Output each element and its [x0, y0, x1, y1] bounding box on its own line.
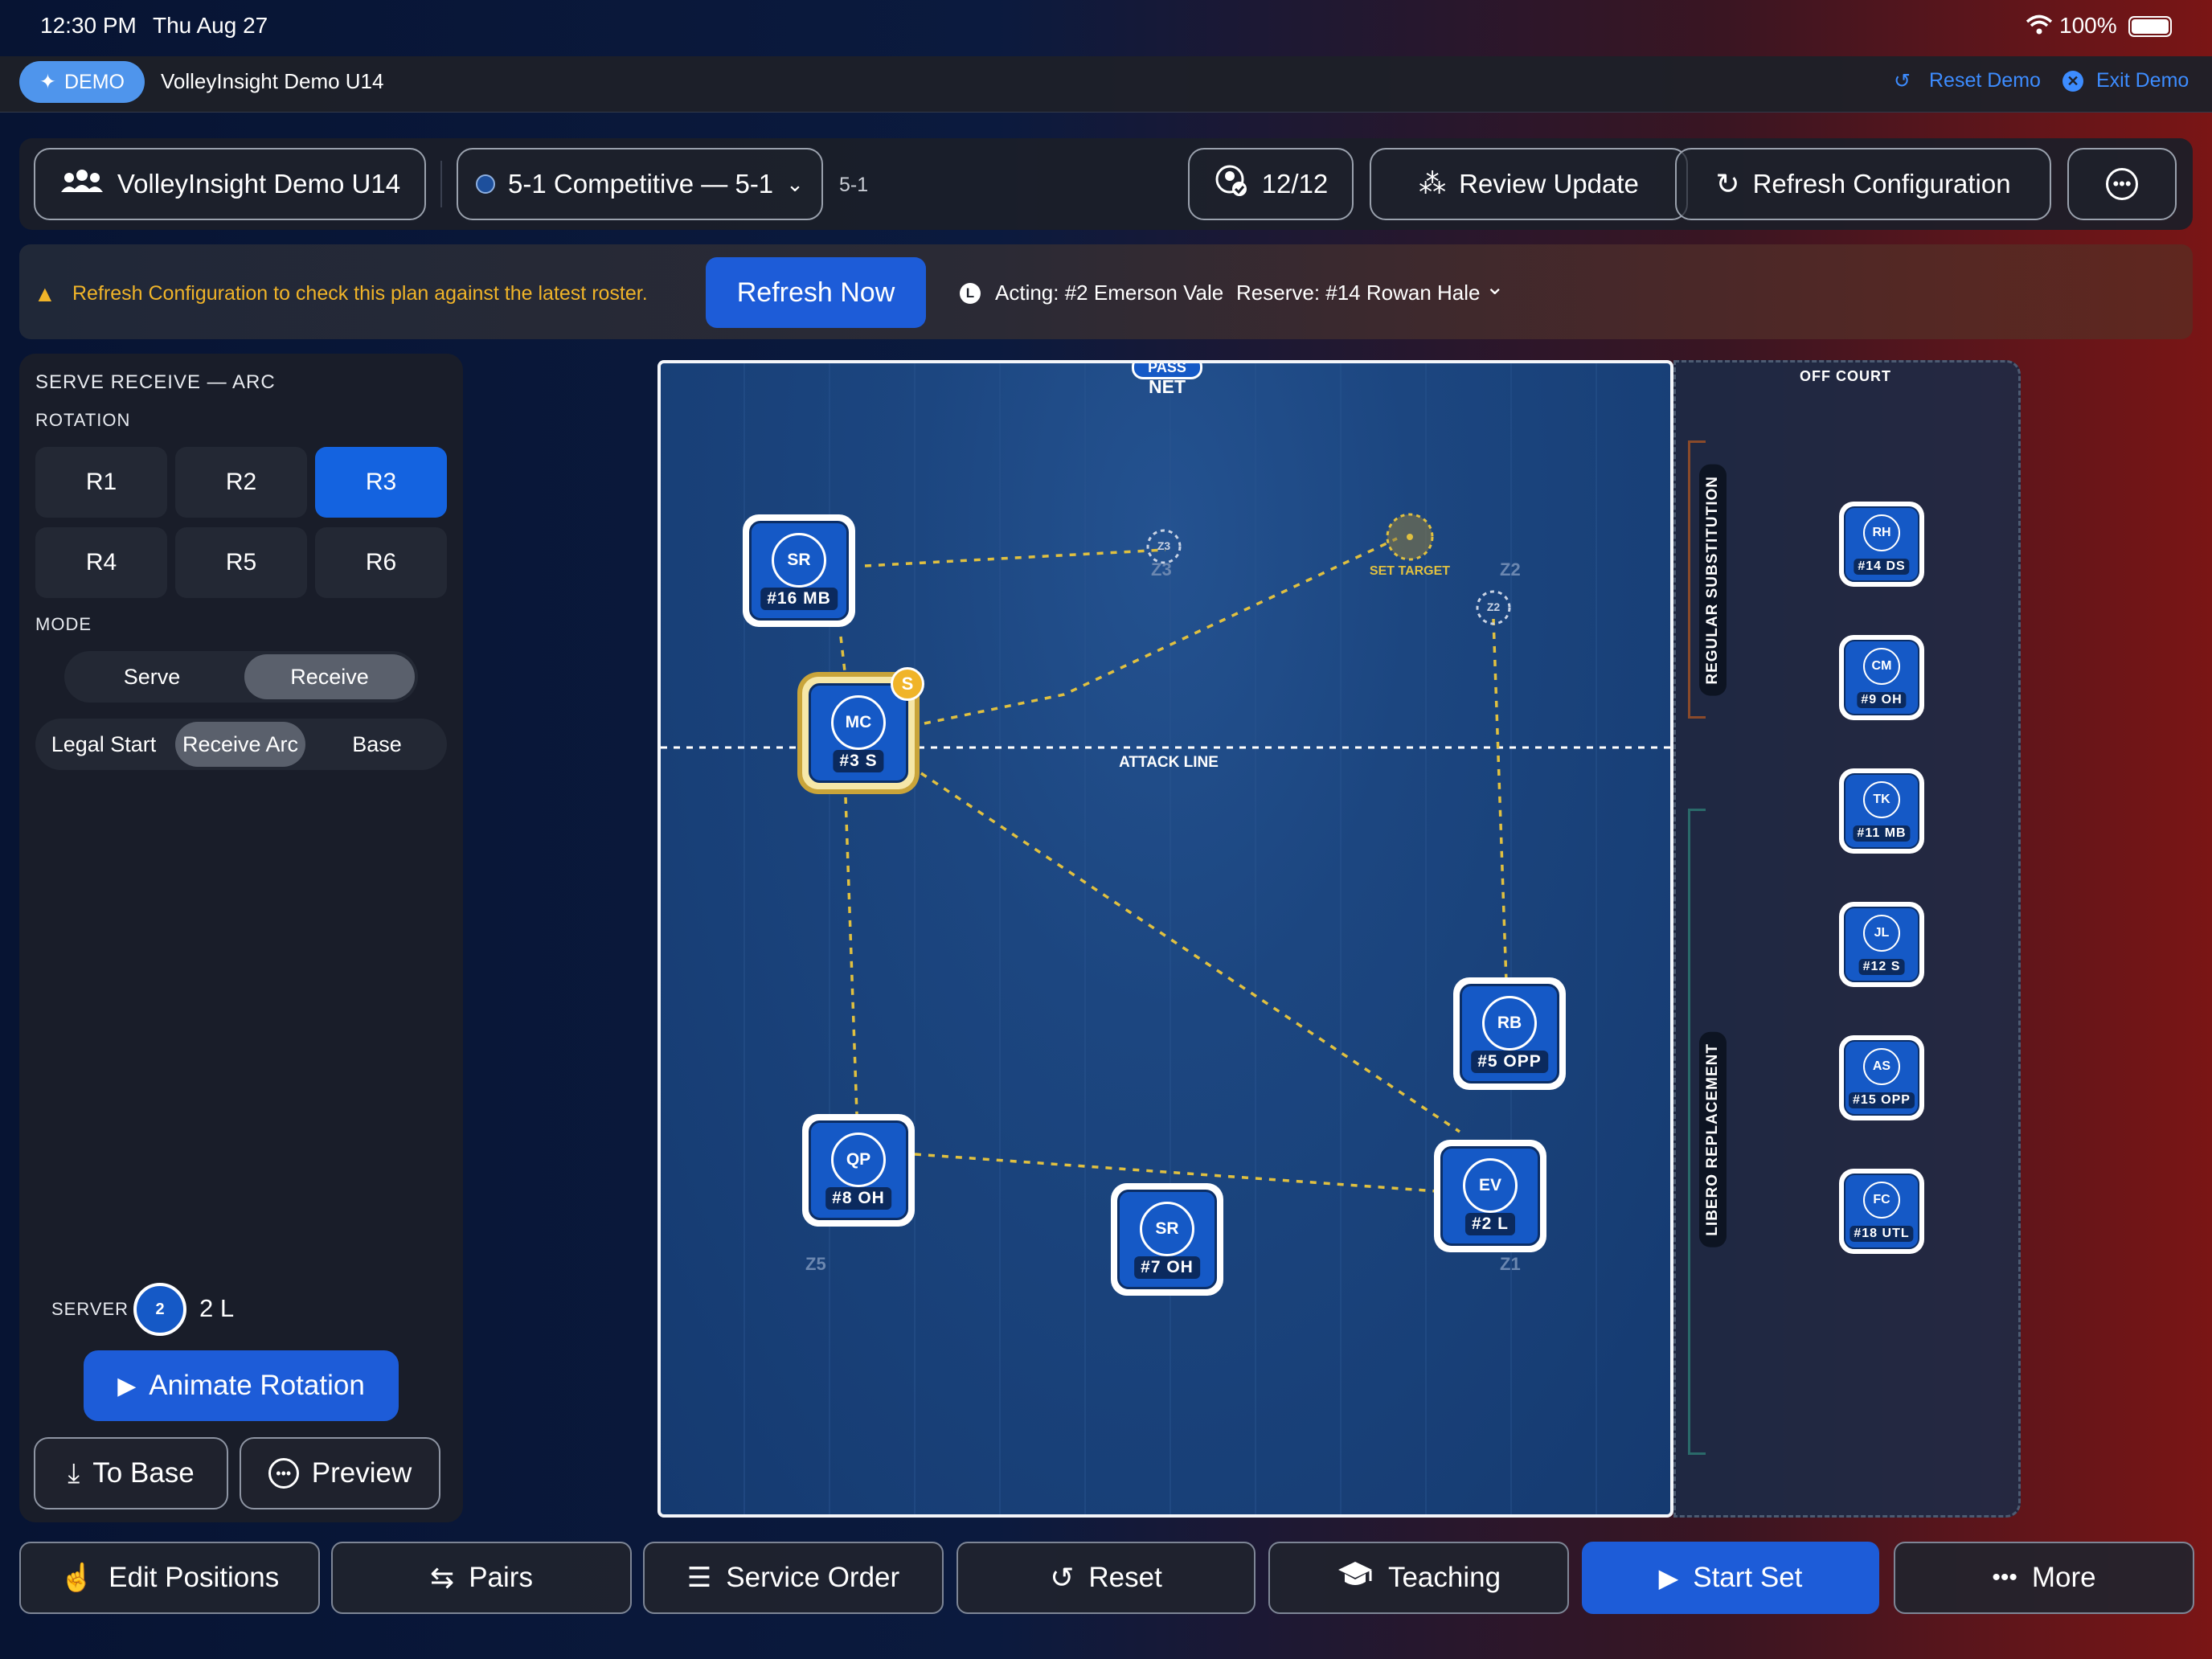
- ellipsis-circle-icon: •••: [2106, 168, 2138, 200]
- ellipsis-icon: •••: [1992, 1564, 2017, 1591]
- rotation-r5[interactable]: R5: [175, 527, 307, 598]
- system-dot-icon: [476, 174, 496, 194]
- close-icon: ✕: [2062, 71, 2083, 92]
- play-icon: ▶: [117, 1372, 137, 1399]
- setter-badge: S: [891, 667, 924, 701]
- system-short: 5-1: [839, 174, 869, 196]
- system-label: 5-1 Competitive — 5-1: [508, 169, 774, 199]
- view-legal-start[interactable]: Legal Start: [39, 722, 169, 767]
- ghost-z2: Z2: [1486, 600, 1501, 613]
- mode-receive[interactable]: Receive: [244, 654, 415, 699]
- bench-player-token[interactable]: JL #12 S: [1839, 902, 1924, 987]
- bench-player-token[interactable]: FC #18 UTL: [1839, 1169, 1924, 1254]
- roster-check-icon: [1214, 165, 1249, 203]
- set-target-label: SET TARGET: [1369, 564, 1451, 578]
- player-token[interactable]: SR #16 MB: [743, 514, 855, 627]
- roster-button[interactable]: 12/12: [1188, 148, 1354, 220]
- system-dropdown[interactable]: 5-1 Competitive — 5-1 ⌄: [457, 148, 823, 220]
- hand-tap-icon: ☝: [59, 1563, 95, 1593]
- swap-arrows-icon: ⇆: [430, 1561, 455, 1594]
- to-base-button[interactable]: ⤓ To Base: [34, 1437, 228, 1509]
- refresh-config-button[interactable]: ↻ Refresh Configuration: [1675, 148, 2051, 220]
- libero-token[interactable]: EV #2 L: [1434, 1140, 1546, 1252]
- battery-percent: 100%: [2059, 13, 2117, 38]
- rotation-r3[interactable]: R3: [315, 447, 447, 518]
- ellipsis-circle-icon: •••: [268, 1458, 299, 1489]
- chevron-down-icon[interactable]: ⌄: [1485, 273, 1504, 300]
- numbered-list-icon: ☰: [686, 1563, 712, 1593]
- battery-icon: [2128, 16, 2172, 37]
- animate-rotation-button[interactable]: ▶ Animate Rotation: [84, 1350, 399, 1421]
- reset-demo-link[interactable]: Reset Demo: [1929, 69, 2041, 92]
- server-number-badge: 2: [133, 1283, 186, 1336]
- status-time: 12:30 PM: [40, 13, 137, 38]
- service-order-button[interactable]: ☰ Service Order: [643, 1542, 944, 1614]
- start-set-button[interactable]: ▶ Start Set: [1582, 1542, 1879, 1614]
- bench-player-token[interactable]: CM #9 OH: [1839, 635, 1924, 720]
- demo-badge[interactable]: ✦ DEMO: [19, 61, 145, 103]
- zone-z5: Z5: [805, 1254, 826, 1274]
- more-button[interactable]: ••• More: [1894, 1542, 2194, 1614]
- acting-label: Acting: #2 Emerson Vale: [995, 281, 1224, 305]
- server-label: SERVER: [51, 1299, 129, 1319]
- roster-count: 12/12: [1261, 169, 1329, 199]
- attack-line-label: ATTACK LINE: [1119, 754, 1219, 771]
- review-update-button[interactable]: ⁂ Review Update: [1370, 148, 1688, 220]
- player-token[interactable]: RB #5 OPP: [1453, 977, 1566, 1090]
- wifi-icon: [2026, 14, 2053, 39]
- edit-positions-button[interactable]: ☝ Edit Positions: [19, 1542, 320, 1614]
- pairs-button[interactable]: ⇆ Pairs: [331, 1542, 632, 1614]
- player-token[interactable]: QP #8 OH: [802, 1114, 915, 1227]
- libero-replacement-label: LIBERO REPLACEMENT: [1699, 1032, 1727, 1247]
- preview-button[interactable]: ••• Preview: [240, 1437, 440, 1509]
- graduation-cap-icon: [1337, 1560, 1374, 1596]
- demo-title: VolleyInsight Demo U14: [161, 69, 384, 93]
- bench-player-token[interactable]: RH #14 DS: [1839, 502, 1924, 587]
- rotation-label: ROTATION: [35, 410, 131, 430]
- sparkle-icon: ✦: [39, 71, 56, 93]
- zone-z2: Z2: [1500, 559, 1521, 580]
- mode-label: MODE: [35, 614, 92, 634]
- magic-wand-icon: ⁂: [1419, 169, 1447, 199]
- ghost-z3: Z3: [1157, 539, 1171, 552]
- team-button[interactable]: VolleyInsight Demo U14: [34, 148, 426, 220]
- rotation-r6[interactable]: R6: [315, 527, 447, 598]
- rotation-r1[interactable]: R1: [35, 447, 167, 518]
- download-icon: ⤓: [68, 1457, 80, 1489]
- teaching-button[interactable]: Teaching: [1268, 1542, 1569, 1614]
- reset-demo-icon: ↺: [1894, 70, 1911, 92]
- view-receive-arc[interactable]: Receive Arc: [175, 722, 305, 767]
- refresh-icon: ↻: [1715, 167, 1740, 200]
- court: PASS NET ATTACK LINE Z3 Z2 Z3 Z2 Z5 Z1 S…: [657, 360, 1673, 1518]
- reset-button[interactable]: ↺ Reset: [956, 1542, 1256, 1614]
- zone-z1: Z1: [1500, 1254, 1521, 1274]
- bench-player-token[interactable]: TK #11 MB: [1839, 768, 1924, 854]
- status-date: Thu Aug 27: [153, 13, 268, 38]
- team-icon: [59, 168, 104, 200]
- reserve-dropdown[interactable]: Reserve: #14 Rowan Hale: [1236, 281, 1481, 305]
- chevron-down-icon: ⌄: [786, 171, 804, 196]
- regular-substitution-label: REGULAR SUBSTITUTION: [1699, 465, 1727, 696]
- refresh-now-button[interactable]: Refresh Now: [706, 257, 926, 328]
- warning-icon: ▲: [34, 281, 56, 306]
- off-court-title: OFF COURT: [1800, 368, 1891, 384]
- warning-message: Refresh Configuration to check this plan…: [72, 282, 648, 305]
- rotation-r2[interactable]: R2: [175, 447, 307, 518]
- view-base[interactable]: Base: [312, 722, 442, 767]
- zone-z3: Z3: [1151, 559, 1172, 580]
- net-label: NET: [1149, 376, 1186, 397]
- team-name: VolleyInsight Demo U14: [117, 169, 401, 199]
- exit-demo-link[interactable]: Exit Demo: [2096, 69, 2189, 92]
- server-name: 2 L: [199, 1294, 235, 1322]
- bench-player-token[interactable]: AS #15 OPP: [1839, 1035, 1924, 1120]
- more-options-button[interactable]: •••: [2067, 148, 2177, 220]
- reset-icon: ↺: [1050, 1561, 1075, 1594]
- divider: [440, 161, 442, 207]
- panel-heading: SERVE RECEIVE — ARC: [35, 371, 276, 393]
- play-icon: ▶: [1658, 1563, 1679, 1592]
- mode-serve[interactable]: Serve: [68, 654, 236, 699]
- libero-badge: L: [960, 283, 981, 304]
- rotation-r4[interactable]: R4: [35, 527, 167, 598]
- player-token[interactable]: SR #7 OH: [1111, 1183, 1223, 1296]
